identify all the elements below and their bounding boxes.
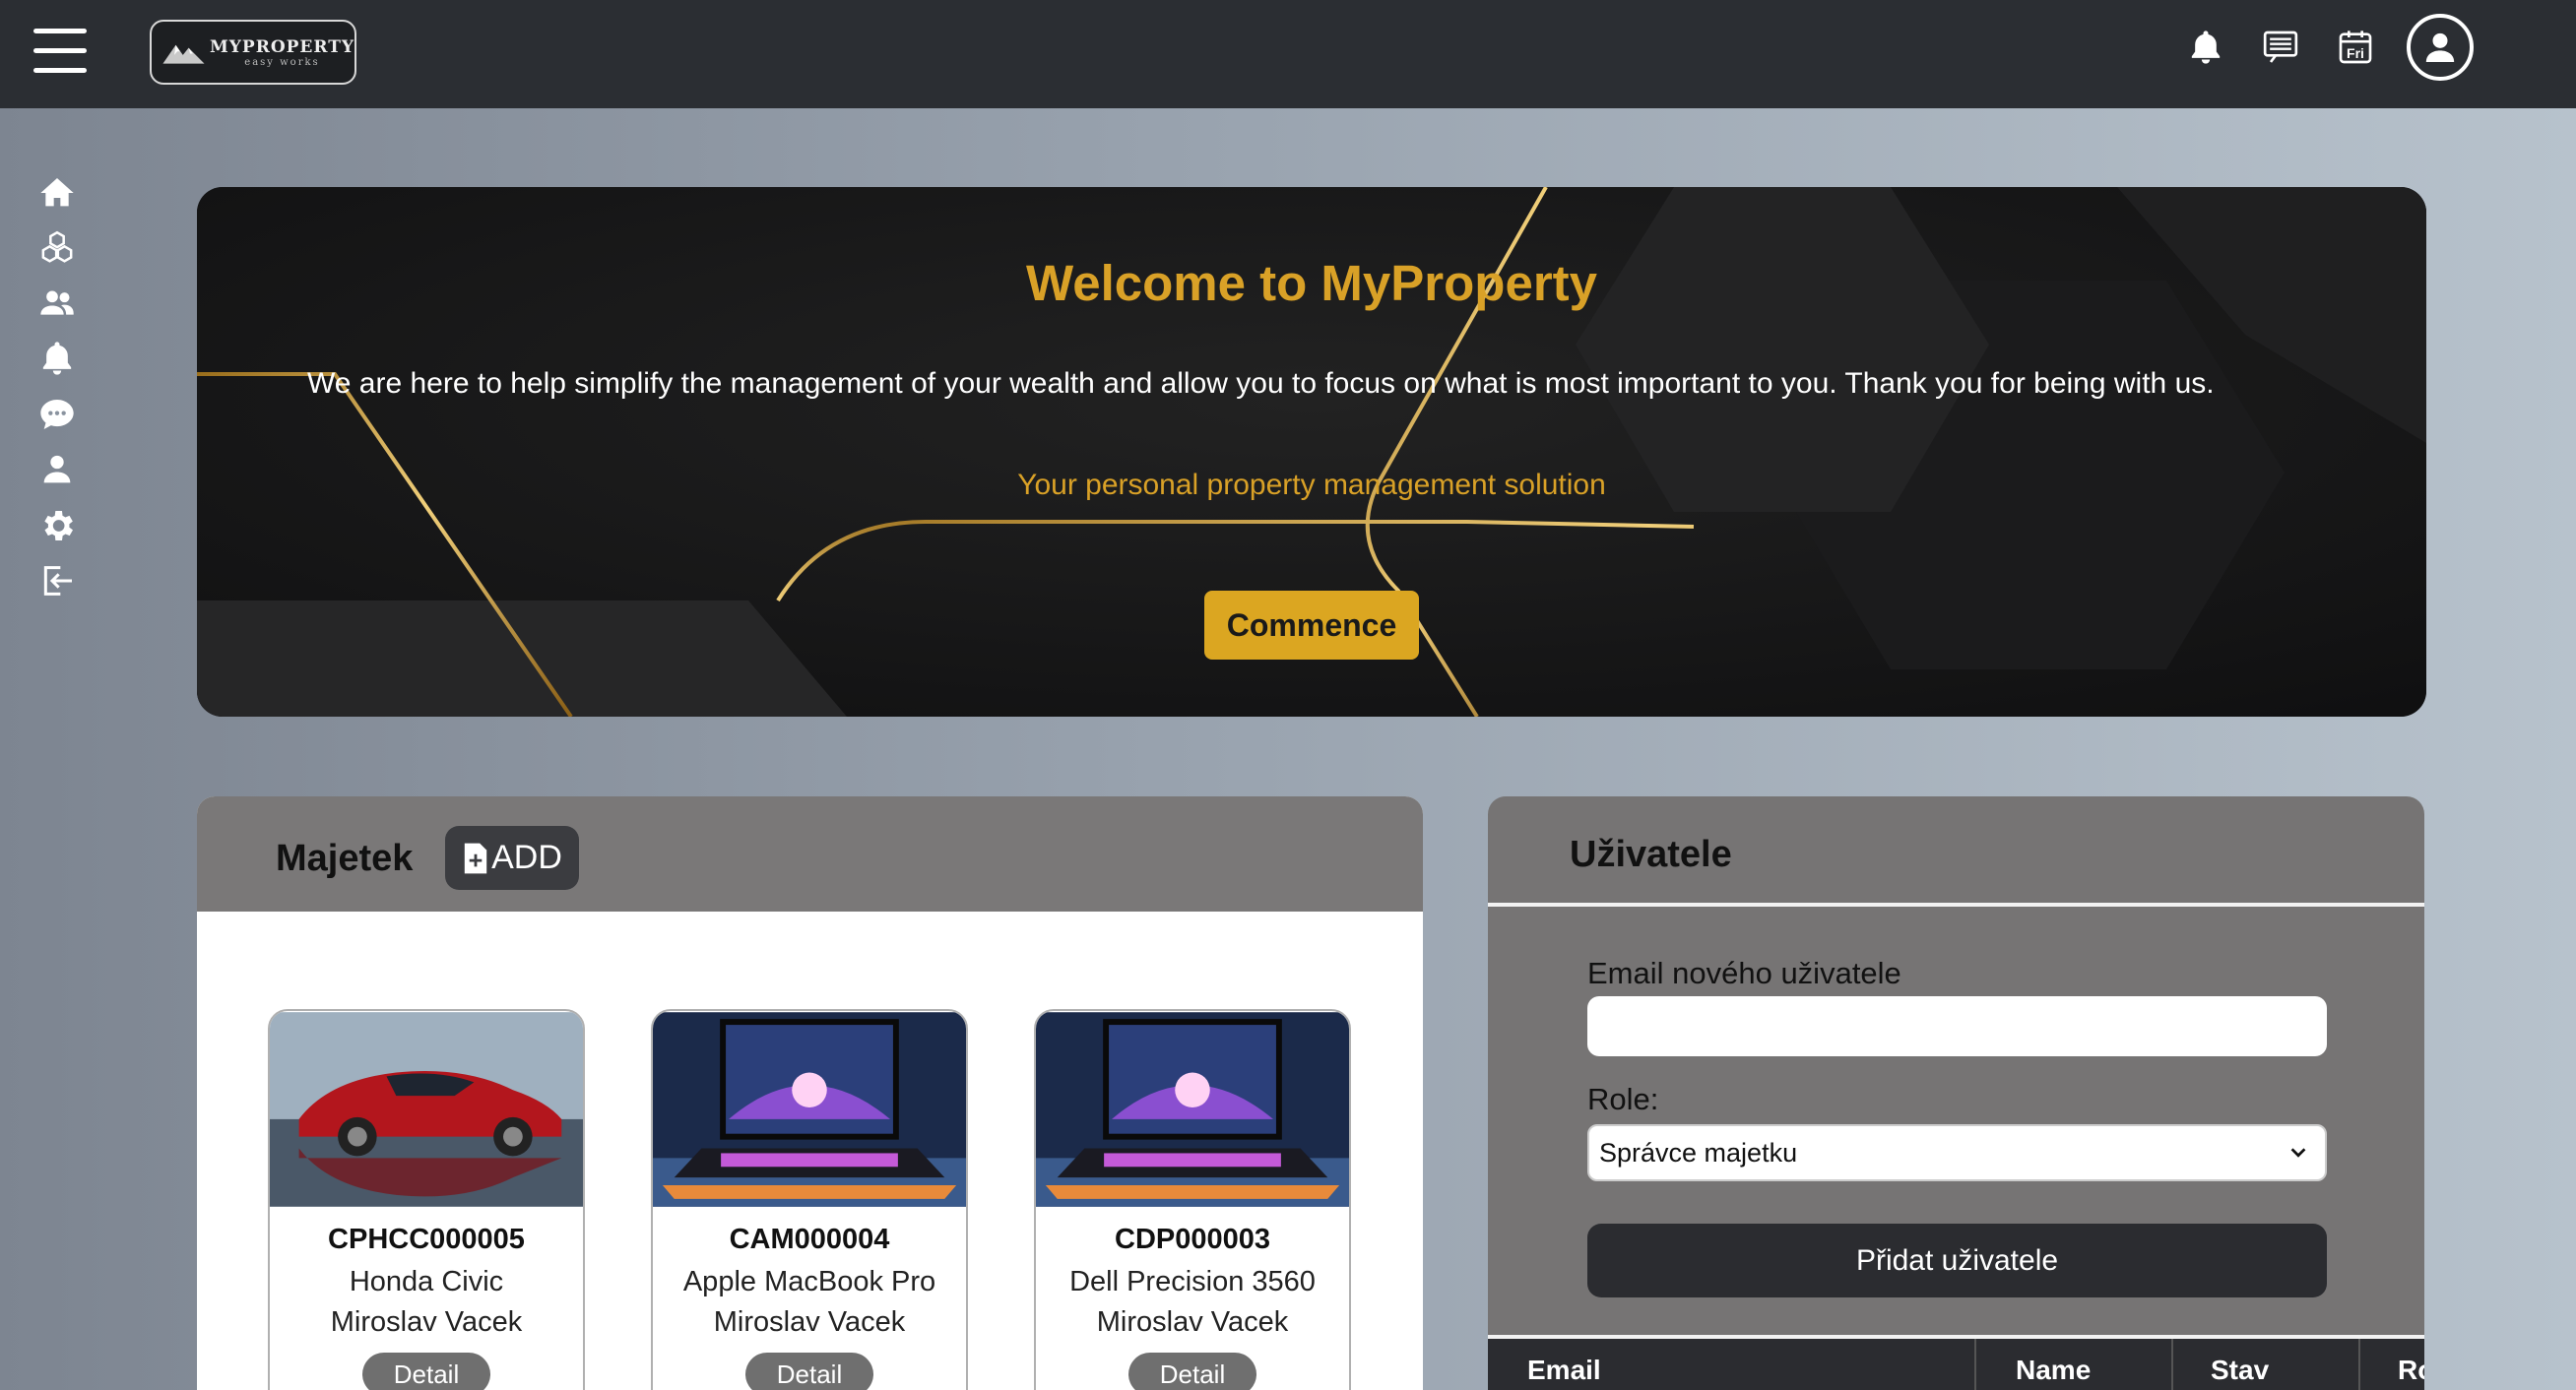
- role-select[interactable]: Správce majetku: [1587, 1124, 2327, 1181]
- asset-card[interactable]: CDP000003 Dell Precision 3560 Miroslav V…: [1034, 1009, 1351, 1390]
- car-thumbnail-image: [270, 1012, 583, 1207]
- calendar-day-label: Fri: [2347, 45, 2364, 61]
- column-divider: [2171, 1339, 2173, 1390]
- add-asset-button[interactable]: ADD: [445, 826, 579, 890]
- asset-code: CAM000004: [729, 1224, 890, 1255]
- commence-button[interactable]: Commence: [1204, 591, 1419, 660]
- boxes-icon: [41, 230, 73, 263]
- notifications-bell-icon[interactable]: [2182, 24, 2229, 71]
- column-header-status[interactable]: Stav: [2211, 1355, 2269, 1386]
- assets-title: Majetek: [276, 838, 414, 879]
- asset-detail-button[interactable]: Detail: [745, 1353, 873, 1390]
- sidebar-item-assets[interactable]: [35, 226, 79, 270]
- assets-panel-header: Majetek ADD: [197, 796, 1423, 912]
- asset-card[interactable]: CPHCC000005 Honda Civic Miroslav Vacek D…: [268, 1009, 585, 1390]
- laptop-thumbnail-image: [653, 1012, 966, 1207]
- new-user-email-input[interactable]: [1587, 996, 2327, 1056]
- column-divider: [2358, 1339, 2360, 1390]
- column-header-role[interactable]: Ro: [2398, 1355, 2424, 1386]
- add-user-button[interactable]: Přidat uživatele: [1587, 1224, 2327, 1297]
- email-field-label: Email nového uživatele: [1587, 956, 1901, 990]
- users-panel: Uživatele Email nového uživatele Role: S…: [1488, 796, 2424, 1390]
- role-field-label: Role:: [1587, 1082, 1659, 1116]
- welcome-hero: Welcome to MyProperty We are here to hel…: [197, 187, 2426, 717]
- users-table-header: Email Name Stav Ro: [1488, 1339, 2424, 1390]
- add-file-icon: [464, 843, 487, 873]
- brand-logo[interactable]: MYPROPERTY easy works: [150, 20, 356, 85]
- asset-name: Honda Civic: [349, 1266, 504, 1297]
- assets-panel: Majetek ADD CPHCC000005 Honda Civic Miro…: [197, 796, 1423, 1390]
- sidebar-item-logout[interactable]: [35, 559, 79, 602]
- sidebar: [0, 108, 118, 1390]
- calendar-icon[interactable]: Fri: [2332, 24, 2379, 71]
- asset-owner: Miroslav Vacek: [330, 1306, 523, 1338]
- asset-owner: Miroslav Vacek: [713, 1306, 906, 1338]
- column-divider: [1974, 1339, 1976, 1390]
- messages-icon[interactable]: [2257, 24, 2304, 71]
- column-header-email[interactable]: Email: [1527, 1355, 1601, 1386]
- sidebar-item-home[interactable]: [35, 171, 79, 215]
- user-profile-button[interactable]: [2407, 14, 2474, 81]
- laptop-thumbnail-image: [1036, 1012, 1349, 1207]
- users-title: Uživatele: [1570, 834, 1732, 875]
- column-header-name[interactable]: Name: [2016, 1355, 2091, 1386]
- home-icon: [40, 178, 74, 207]
- asset-name: Apple MacBook Pro: [682, 1266, 936, 1297]
- asset-detail-button[interactable]: Detail: [1128, 1353, 1256, 1390]
- chevron-down-icon: [2290, 1148, 2306, 1158]
- add-asset-label: ADD: [491, 839, 562, 876]
- gear-icon: [44, 511, 73, 540]
- bell-icon: [42, 342, 72, 375]
- asset-code: CDP000003: [1115, 1224, 1270, 1255]
- sidebar-item-profile[interactable]: [35, 448, 79, 491]
- sidebar-item-settings[interactable]: [35, 504, 79, 547]
- hamburger-menu-icon[interactable]: [33, 29, 87, 74]
- asset-owner: Miroslav Vacek: [1096, 1306, 1289, 1338]
- user-avatar-icon: [2425, 32, 2455, 62]
- users-panel-header: Uživatele: [1488, 796, 2424, 907]
- mountain-logo-icon: [162, 44, 205, 64]
- hero-subtitle: Your personal property management soluti…: [1017, 469, 1606, 501]
- sidebar-item-notifications[interactable]: [35, 337, 79, 380]
- asset-card[interactable]: CAM000004 Apple MacBook Pro Miroslav Vac…: [651, 1009, 968, 1390]
- asset-name: Dell Precision 3560: [1069, 1266, 1316, 1297]
- sidebar-item-users[interactable]: [35, 282, 79, 325]
- users-icon: [40, 290, 74, 315]
- menu-toggle-area: [0, 0, 118, 108]
- logout-icon: [43, 566, 72, 596]
- hero-description: We are here to help simplify the managem…: [307, 367, 2215, 400]
- chat-icon: [40, 400, 74, 429]
- brand-name: MYPROPERTY: [209, 36, 354, 57]
- top-bar: MYPROPERTY easy works Fri: [118, 0, 2576, 108]
- hero-title: Welcome to MyProperty: [1025, 255, 1598, 311]
- sidebar-item-chat[interactable]: [35, 393, 79, 436]
- asset-detail-button[interactable]: Detail: [362, 1353, 490, 1390]
- asset-code: CPHCC000005: [328, 1224, 525, 1255]
- brand-tagline: easy works: [244, 56, 320, 68]
- user-icon: [43, 455, 71, 483]
- role-selected-value: Správce majetku: [1599, 1137, 1798, 1168]
